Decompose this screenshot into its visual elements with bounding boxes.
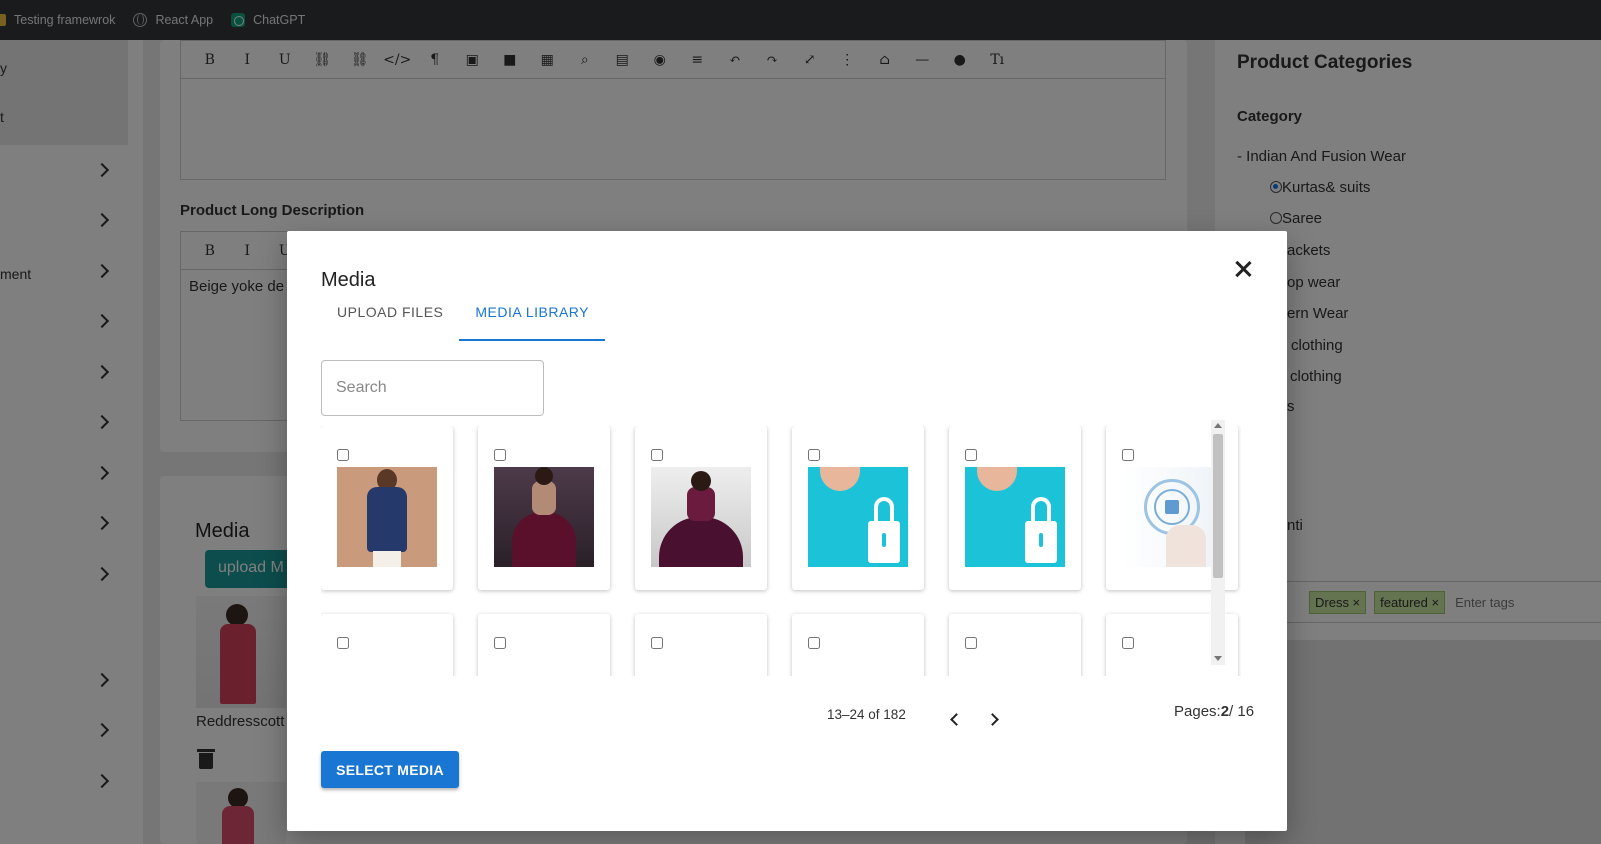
tab-media-library[interactable]: MEDIA LIBRARY: [459, 301, 605, 341]
media-item[interactable]: [321, 426, 453, 590]
media-checkbox[interactable]: [337, 637, 349, 649]
media-checkbox[interactable]: [808, 637, 820, 649]
select-media-button[interactable]: SELECT MEDIA: [321, 751, 459, 788]
media-item[interactable]: [478, 426, 610, 590]
scrollbar-thumb[interactable]: [1213, 434, 1223, 578]
dialog-title: Media: [321, 269, 376, 291]
media-grid-scrollbar[interactable]: [1211, 420, 1225, 665]
media-item[interactable]: [635, 614, 767, 676]
pages-label: Pages:: [1174, 703, 1221, 720]
media-checkbox[interactable]: [651, 637, 663, 649]
pagination-range: 13–24 of 182: [827, 707, 906, 722]
media-checkbox[interactable]: [808, 449, 820, 461]
media-thumbnail[interactable]: [494, 467, 594, 567]
media-thumbnail[interactable]: [337, 467, 437, 567]
media-checkbox[interactable]: [337, 449, 349, 461]
media-item[interactable]: [949, 426, 1081, 590]
scroll-down-icon[interactable]: [1214, 656, 1222, 661]
media-item[interactable]: [635, 426, 767, 590]
chevron-right-icon[interactable]: [986, 713, 999, 726]
media-item[interactable]: [792, 614, 924, 676]
media-item[interactable]: [321, 614, 453, 676]
scroll-up-icon[interactable]: [1214, 423, 1222, 428]
media-thumbnail[interactable]: [651, 467, 751, 567]
media-thumbnail[interactable]: [808, 467, 908, 567]
media-item[interactable]: [792, 426, 924, 590]
media-thumbnail[interactable]: [1122, 467, 1222, 567]
media-dialog: Media UPLOAD FILES MEDIA LIBRARY Search …: [287, 231, 1287, 831]
media-checkbox[interactable]: [494, 449, 506, 461]
media-checkbox[interactable]: [494, 637, 506, 649]
media-thumbnail[interactable]: [965, 467, 1065, 567]
media-checkbox[interactable]: [651, 449, 663, 461]
media-checkbox[interactable]: [1122, 637, 1134, 649]
media-checkbox[interactable]: [965, 637, 977, 649]
media-tabs: UPLOAD FILES MEDIA LIBRARY: [321, 301, 605, 341]
current-page: 2: [1220, 703, 1230, 720]
close-icon[interactable]: [1231, 257, 1255, 281]
media-item[interactable]: [478, 614, 610, 676]
media-grid-viewport: [321, 426, 1241, 676]
chevron-left-icon[interactable]: [950, 713, 963, 726]
media-item[interactable]: [949, 614, 1081, 676]
total-pages: / 16: [1229, 703, 1255, 720]
search-input[interactable]: [321, 360, 544, 416]
page-indicator: Pages:2/ 16: [1174, 703, 1254, 720]
media-checkbox[interactable]: [1122, 449, 1134, 461]
tab-upload-files[interactable]: UPLOAD FILES: [321, 301, 459, 341]
media-grid: [321, 426, 1238, 676]
media-checkbox[interactable]: [965, 449, 977, 461]
